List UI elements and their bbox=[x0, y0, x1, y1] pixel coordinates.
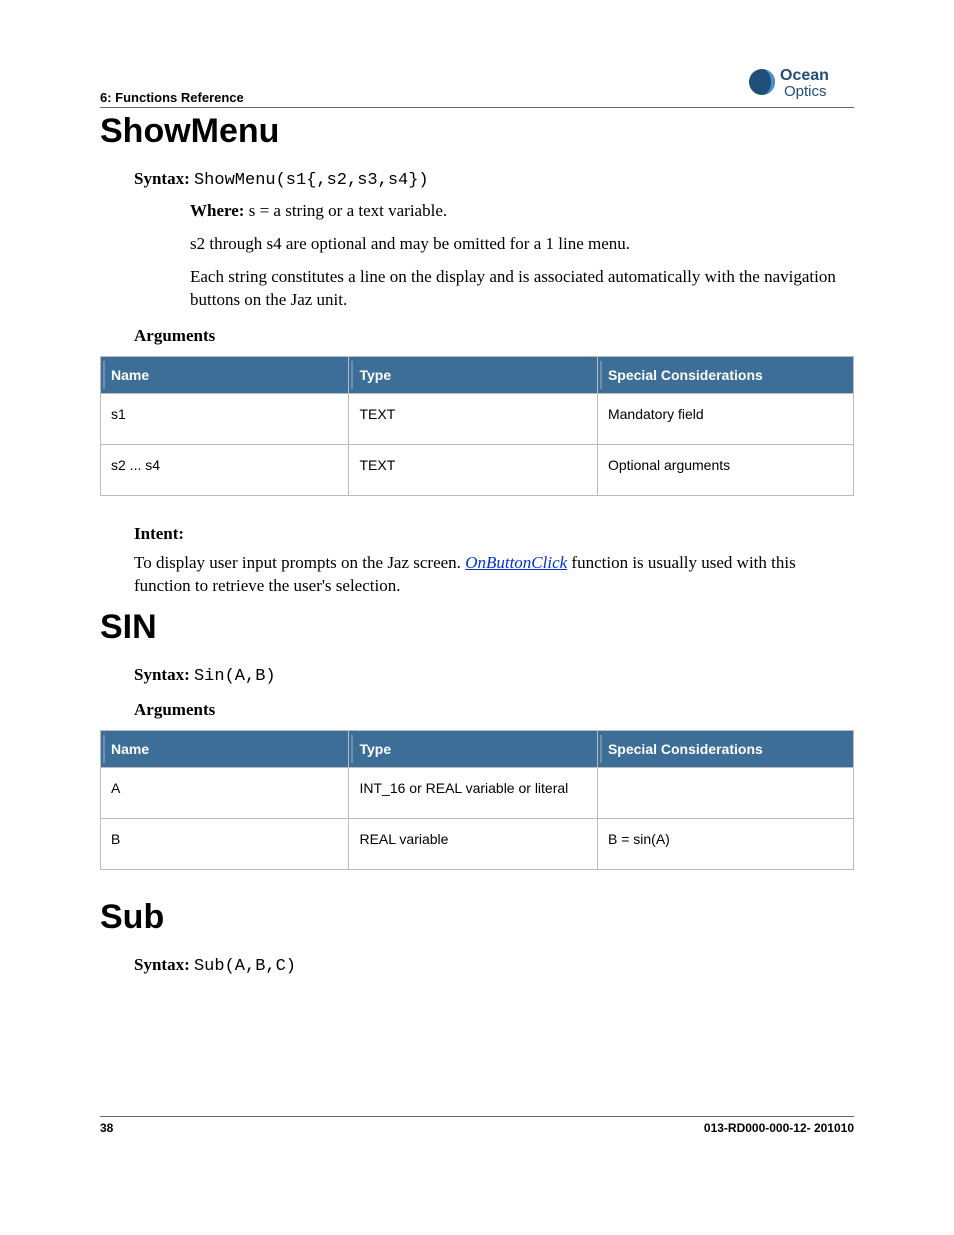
intent-text: To display user input prompts on the Jaz… bbox=[134, 552, 854, 598]
cell-spec bbox=[597, 767, 853, 818]
table-header-name: Name bbox=[101, 356, 349, 393]
cell-type: TEXT bbox=[349, 444, 597, 495]
cell-name: s1 bbox=[101, 393, 349, 444]
table-row: A INT_16 or REAL variable or literal bbox=[101, 767, 854, 818]
table-header-type: Type bbox=[349, 356, 597, 393]
sin-arguments-table: Name Type Special Considerations A INT_1… bbox=[100, 730, 854, 870]
where-text: s = a string or a text variable. bbox=[249, 201, 447, 220]
syntax-label: Syntax: bbox=[134, 665, 194, 684]
showmenu-where: Where: s = a string or a text variable. bbox=[190, 200, 854, 223]
cell-name: B bbox=[101, 818, 349, 869]
ocean-optics-logo: Ocean Optics bbox=[744, 60, 854, 105]
heading-sub: Sub bbox=[100, 898, 854, 937]
intent-pre: To display user input prompts on the Jaz… bbox=[134, 553, 465, 572]
table-row: s2 ... s4 TEXT Optional arguments bbox=[101, 444, 854, 495]
sub-syntax: Syntax: Sub(A,B,C) bbox=[134, 955, 854, 976]
section-label: 6: Functions Reference bbox=[100, 90, 244, 105]
sin-syntax: Syntax: Sin(A,B) bbox=[134, 665, 854, 686]
table-header-spec: Special Considerations bbox=[597, 730, 853, 767]
cell-name: s2 ... s4 bbox=[101, 444, 349, 495]
logo-text-bottom: Optics bbox=[784, 83, 827, 100]
syntax-code: Sub(A,B,C) bbox=[194, 957, 296, 976]
heading-sin: SIN bbox=[100, 608, 854, 647]
showmenu-para1: s2 through s4 are optional and may be om… bbox=[190, 233, 854, 256]
table-header-type: Type bbox=[349, 730, 597, 767]
syntax-code: ShowMenu(s1{,s2,s3,s4}) bbox=[194, 171, 429, 190]
cell-spec: Mandatory field bbox=[597, 393, 853, 444]
cell-type: REAL variable bbox=[349, 818, 597, 869]
syntax-label: Syntax: bbox=[134, 169, 194, 188]
page-header: 6: Functions Reference Ocean Optics bbox=[100, 60, 854, 108]
page-number: 38 bbox=[100, 1121, 113, 1135]
syntax-code: Sin(A,B) bbox=[194, 667, 276, 686]
table-row: B REAL variable B = sin(A) bbox=[101, 818, 854, 869]
cell-spec: B = sin(A) bbox=[597, 818, 853, 869]
logo-text-top: Ocean bbox=[780, 67, 829, 84]
onbuttonclick-link[interactable]: OnButtonClick bbox=[465, 553, 567, 572]
showmenu-arguments-table: Name Type Special Considerations s1 TEXT… bbox=[100, 356, 854, 496]
cell-spec: Optional arguments bbox=[597, 444, 853, 495]
showmenu-arguments-label: Arguments bbox=[134, 326, 854, 346]
sin-arguments-label: Arguments bbox=[134, 700, 854, 720]
cell-type: TEXT bbox=[349, 393, 597, 444]
cell-name: A bbox=[101, 767, 349, 818]
cell-type: INT_16 or REAL variable or literal bbox=[349, 767, 597, 818]
showmenu-syntax: Syntax: ShowMenu(s1{,s2,s3,s4}) bbox=[134, 169, 854, 190]
table-header-spec: Special Considerations bbox=[597, 356, 853, 393]
page-footer: 38 013-RD000-000-12- 201010 bbox=[100, 1116, 854, 1135]
document-id: 013-RD000-000-12- 201010 bbox=[704, 1121, 854, 1135]
heading-showmenu: ShowMenu bbox=[100, 112, 854, 151]
intent-label: Intent: bbox=[134, 524, 854, 544]
showmenu-para2: Each string constitutes a line on the di… bbox=[190, 266, 854, 312]
table-row: s1 TEXT Mandatory field bbox=[101, 393, 854, 444]
syntax-label: Syntax: bbox=[134, 955, 194, 974]
table-header-name: Name bbox=[101, 730, 349, 767]
where-label: Where: bbox=[190, 201, 249, 220]
